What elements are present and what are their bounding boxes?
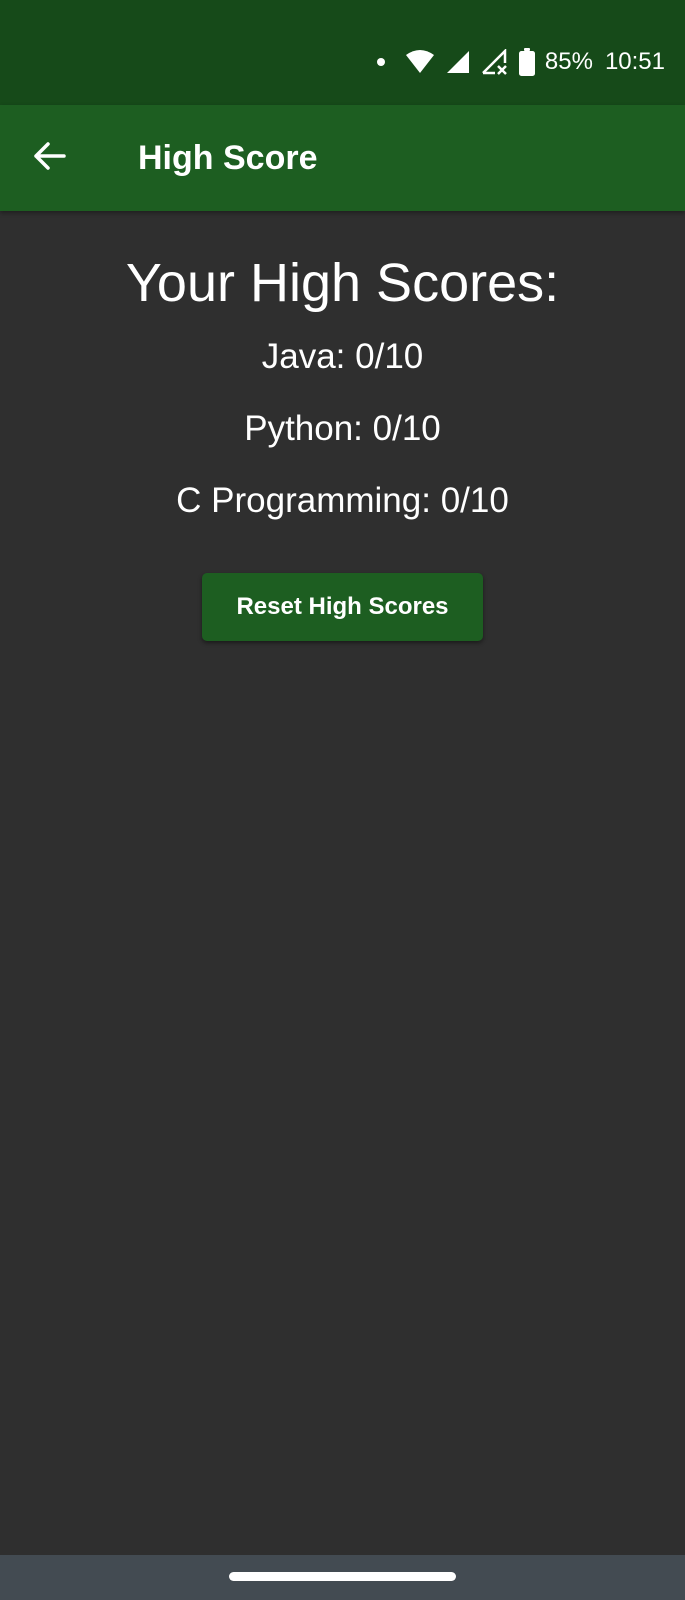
score-python: Python: 0/10: [244, 409, 441, 448]
home-gesture-handle[interactable]: [229, 1572, 456, 1581]
notification-dot-icon: [376, 58, 385, 66]
page-heading: Your High Scores:: [125, 253, 560, 313]
score-java: Java: 0/10: [261, 337, 424, 376]
wifi-icon: [405, 49, 435, 75]
back-button[interactable]: [22, 131, 76, 185]
status-icons: 85% 10:51: [376, 44, 665, 80]
reset-high-scores-button[interactable]: Reset High Scores: [202, 573, 483, 641]
navigation-bar: [0, 1555, 685, 1600]
high-scores-content: Your High Scores: Java: 0/10 Python: 0/1…: [0, 211, 685, 641]
battery-percent: 85%: [544, 48, 593, 75]
status-clock: 10:51: [604, 48, 665, 75]
app-bar-title: High Score: [138, 139, 318, 177]
status-bar: 85% 10:51: [0, 0, 685, 105]
app-bar: High Score: [0, 105, 685, 211]
signal-no-data-icon: [481, 49, 509, 75]
battery-icon: [518, 48, 535, 76]
score-c-programming: C Programming: 0/10: [176, 481, 509, 520]
signal-icon: [445, 49, 471, 75]
arrow-left-icon: [32, 141, 66, 176]
